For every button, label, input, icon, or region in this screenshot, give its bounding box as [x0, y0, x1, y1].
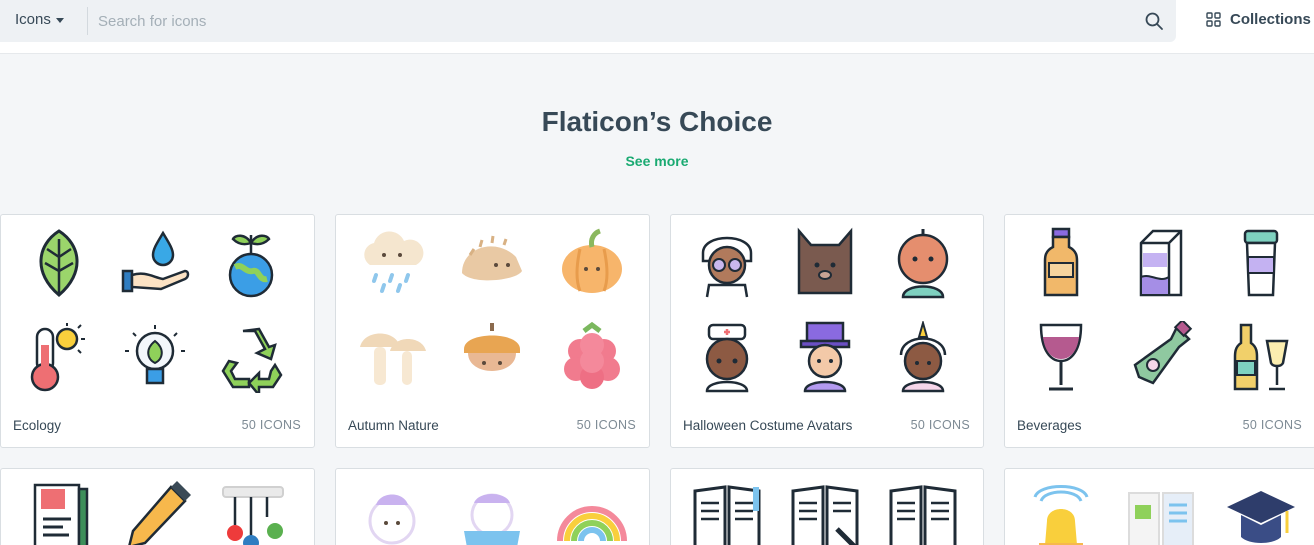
unicorn-avatar-icon [899, 321, 947, 393]
mushroom-icon [360, 333, 426, 385]
wine-bottle-icon [1133, 321, 1193, 385]
resource-type-dropdown[interactable]: Icons [15, 11, 64, 28]
pack-card-halloween-costume-avatars[interactable]: Halloween Costume Avatars 50 ICONS [670, 214, 984, 448]
pack-count: 50 ICONS [910, 418, 970, 432]
champagne-icon [1233, 323, 1289, 391]
caret-down-icon [55, 18, 64, 23]
pack-card[interactable] [0, 468, 315, 545]
grid-icon [1206, 12, 1221, 27]
divider [87, 7, 88, 35]
wine-glass-icon [1039, 323, 1083, 391]
pack-count: 50 ICONS [576, 418, 636, 432]
section-title: Flaticon’s Choice [541, 106, 773, 137]
recycle-icon [221, 327, 283, 393]
pack-card-beverages[interactable]: Beverages 50 ICONS [1004, 214, 1314, 448]
pumpkin-head-avatar-icon [897, 229, 949, 299]
raspberry-icon [564, 321, 620, 389]
collections-label: Collections [1230, 11, 1311, 28]
open-notebook-icon [1128, 492, 1194, 545]
rainbow-icon [557, 506, 627, 542]
pack-card[interactable] [1004, 468, 1314, 545]
milk-carton-icon [1139, 229, 1183, 297]
hedgehog-icon [462, 235, 522, 281]
book-pen-icon [791, 485, 859, 545]
search-input[interactable] [98, 8, 1118, 34]
baby-unicorn-icon [368, 494, 416, 545]
water-hand-icon [121, 230, 190, 293]
pack-title: Autumn Nature [348, 418, 439, 433]
pack-card[interactable] [670, 468, 984, 545]
see-more-link[interactable]: See more [625, 153, 688, 169]
top-bar: Icons Collections [0, 0, 1314, 54]
acorn-icon [464, 323, 520, 371]
school-bell-icon [1033, 485, 1089, 545]
grade-paper-icon [33, 483, 89, 545]
resource-type-label: Icons [15, 11, 51, 28]
pencil-icon [128, 481, 191, 545]
pack-card-autumn-nature[interactable]: Autumn Nature 50 ICONS [335, 214, 650, 448]
nurse-avatar-icon [705, 323, 749, 393]
search-icon[interactable] [1144, 11, 1164, 31]
pack-card[interactable] [335, 468, 650, 545]
cloud-rain-icon [364, 231, 424, 293]
open-book-icon [693, 485, 761, 545]
molecule-chart-icon [222, 486, 284, 545]
juice-bottle-icon [1043, 227, 1079, 297]
sleeping-unicorn-icon [464, 493, 520, 545]
pack-title: Beverages [1017, 418, 1082, 433]
eco-bulb-icon [125, 325, 185, 385]
pack-title: Halloween Costume Avatars [683, 418, 853, 433]
pack-count: 50 ICONS [241, 418, 301, 432]
werewolf-avatar-icon [797, 227, 853, 295]
pack-count: 50 ICONS [1242, 418, 1302, 432]
pumpkin-icon [562, 228, 622, 293]
torn-book-icon [889, 485, 957, 545]
thermometer-sun-icon [30, 323, 85, 392]
graduation-cap-icon [1227, 491, 1295, 543]
pack-title: Ecology [13, 418, 62, 433]
pack-card-ecology[interactable]: Ecology 50 ICONS [0, 214, 315, 448]
scientist-avatar-icon [701, 236, 753, 298]
earth-sprout-icon [228, 234, 274, 298]
search-bar: Icons [0, 0, 1176, 42]
leaf-icon [39, 229, 79, 297]
magician-avatar-icon [799, 321, 851, 393]
coffee-cup-icon [1243, 229, 1279, 297]
collections-button[interactable]: Collections [1206, 11, 1311, 28]
